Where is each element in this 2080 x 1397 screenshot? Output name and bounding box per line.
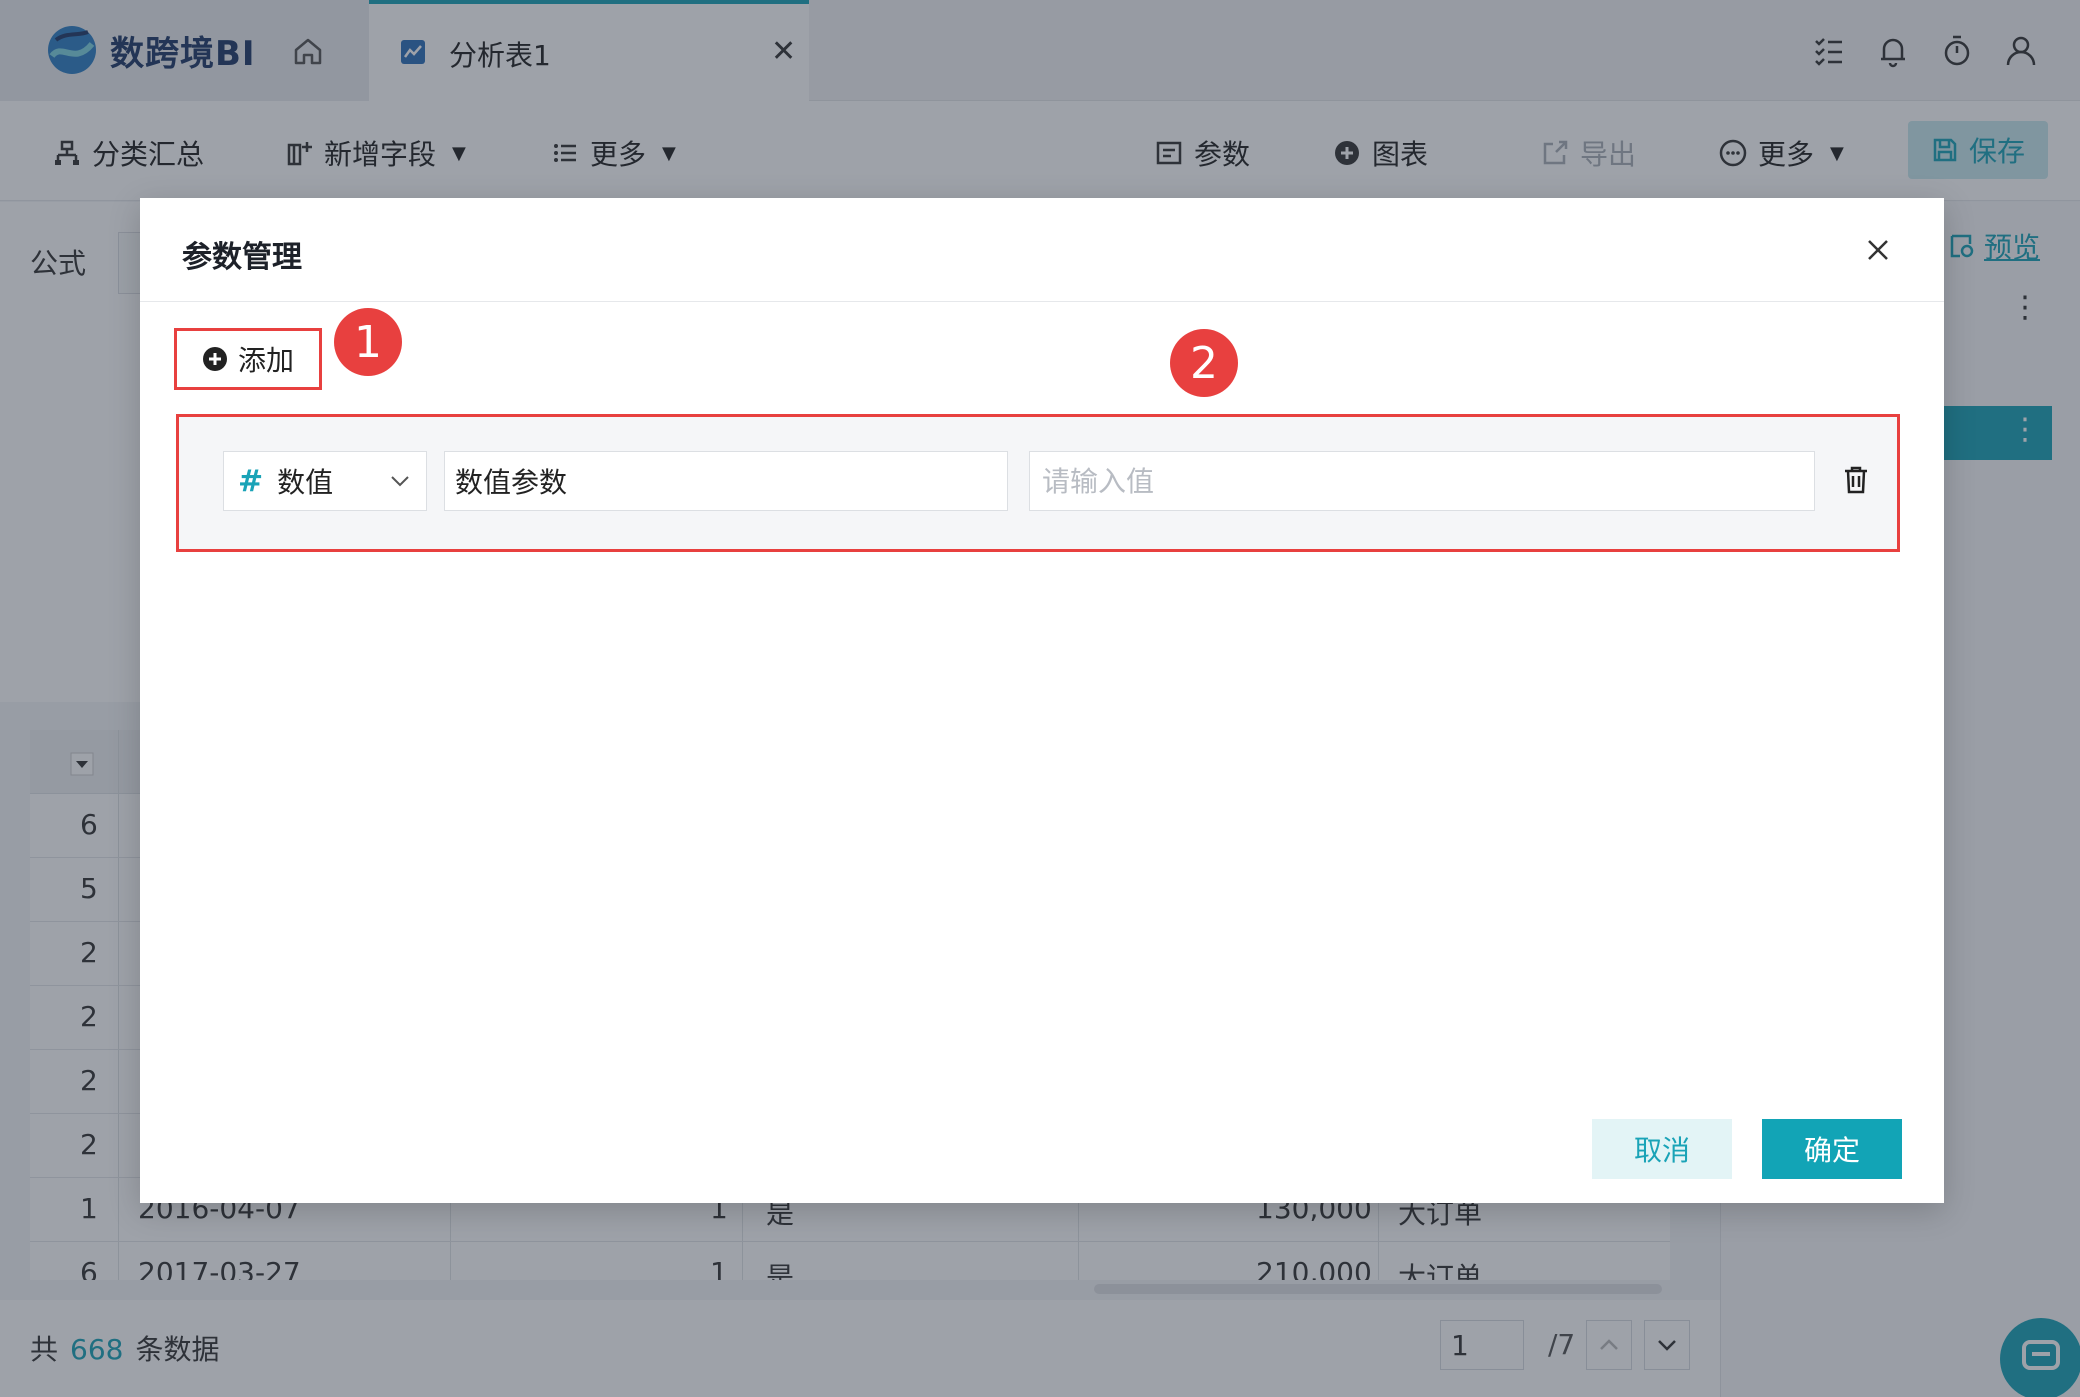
trash-icon[interactable]: [1839, 463, 1873, 497]
close-icon[interactable]: [1862, 234, 1894, 266]
annotation-badge-2: 2: [1170, 329, 1238, 397]
param-type-label: 数值: [277, 466, 334, 499]
add-param-label: 添加: [237, 344, 294, 377]
confirm-button[interactable]: 确定: [1762, 1119, 1902, 1179]
cancel-button[interactable]: 取消: [1592, 1119, 1732, 1179]
param-row: # 数值: [176, 414, 1900, 552]
params-management-dialog: 参数管理 添加 1 2 # 数值 取消 确定: [140, 198, 1944, 1203]
param-value-input[interactable]: [1029, 451, 1815, 511]
annotation-badge-1: 1: [334, 308, 402, 376]
dialog-header: 参数管理: [140, 198, 1944, 302]
number-type-icon: #: [238, 463, 264, 499]
dialog-title: 参数管理: [182, 240, 302, 275]
param-type-select[interactable]: # 数值: [223, 451, 427, 511]
param-name-input[interactable]: [444, 451, 1008, 511]
plus-circle-icon: [202, 347, 227, 371]
chevron-down-icon: [391, 476, 409, 487]
add-param-button[interactable]: 添加: [174, 328, 322, 390]
